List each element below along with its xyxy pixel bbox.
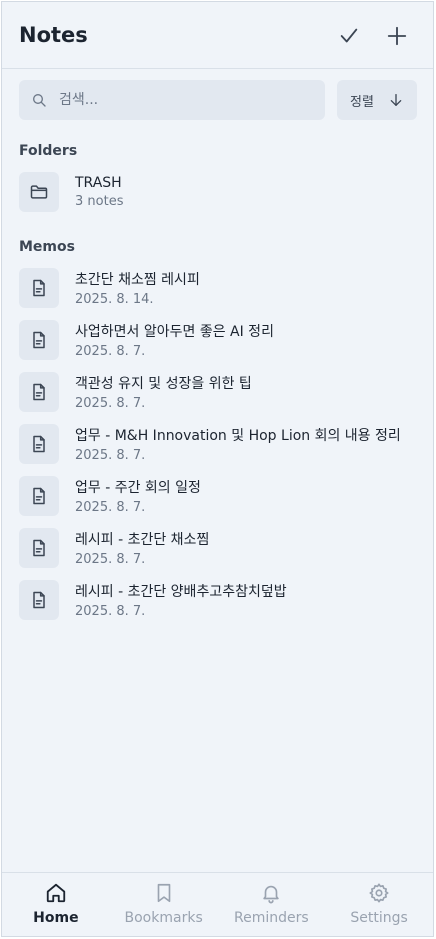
- memo-title: 객관성 유지 및 성장을 위한 팁: [75, 376, 252, 392]
- memo-item[interactable]: 업무 - M&H Innovation 및 Hop Lion 회의 내용 정리 2…: [19, 422, 419, 466]
- folder-item-trash[interactable]: TRASH 3 notes: [19, 170, 419, 214]
- memo-date: 2025. 8. 7.: [75, 448, 146, 463]
- memo-item[interactable]: 사업하면서 알아두면 좋은 AI 정리 2025. 8. 7.: [19, 318, 419, 362]
- tab-bookmarks-label: Bookmarks: [124, 910, 203, 926]
- memo-item[interactable]: 객관성 유지 및 성장을 위한 팁 2025. 8. 7.: [19, 370, 419, 414]
- app-frame: Notes 정렬 Folders: [1, 1, 434, 937]
- folder-icon: [30, 185, 48, 199]
- document-icon: [33, 487, 45, 505]
- folder-name: TRASH: [75, 175, 122, 191]
- memo-date: 2025. 8. 7.: [75, 396, 146, 411]
- search-icon: [31, 91, 49, 109]
- tab-bookmarks[interactable]: Bookmarks: [110, 873, 218, 936]
- memo-date: 2025. 8. 7.: [75, 500, 146, 515]
- arrow-down-icon: [390, 94, 402, 106]
- search-input[interactable]: [59, 92, 299, 108]
- document-icon: [33, 279, 45, 297]
- gear-icon: [369, 883, 389, 903]
- document-icon: [33, 591, 45, 609]
- memo-item[interactable]: 레시피 - 초간단 채소찜 2025. 8. 7.: [19, 526, 419, 570]
- document-icon: [33, 539, 45, 557]
- memo-item[interactable]: 초간단 채소찜 레시피 2025. 8. 14.: [19, 266, 419, 310]
- tab-settings-label: Settings: [350, 910, 408, 926]
- sort-button[interactable]: 정렬: [337, 80, 417, 120]
- bell-icon: [263, 885, 280, 904]
- checkmark-icon: [340, 28, 358, 43]
- memo-title: 레시피 - 초간단 양배추고추참치덮밥: [75, 584, 287, 600]
- memo-icon-tile: [19, 424, 59, 464]
- page-title: Notes: [19, 23, 88, 47]
- memo-date: 2025. 8. 14.: [75, 292, 154, 307]
- tab-reminders-label: Reminders: [234, 910, 309, 926]
- tab-home-label: Home: [33, 910, 79, 926]
- document-icon: [33, 435, 45, 453]
- search-box[interactable]: [19, 80, 325, 120]
- tab-reminders[interactable]: Reminders: [218, 873, 326, 936]
- plus-icon: [387, 26, 407, 46]
- document-icon: [33, 331, 45, 349]
- home-icon: [46, 883, 66, 903]
- memo-title: 사업하면서 알아두면 좋은 AI 정리: [75, 324, 274, 340]
- tab-settings[interactable]: Settings: [325, 873, 433, 936]
- memo-title: 레시피 - 초간단 채소찜: [75, 532, 210, 548]
- memo-title: 업무 - 주간 회의 일정: [75, 480, 201, 496]
- header: Notes: [2, 2, 433, 69]
- memo-title: 초간단 채소찜 레시피: [75, 272, 200, 288]
- memo-icon-tile: [19, 268, 59, 308]
- memo-icon-tile: [19, 372, 59, 412]
- bottom-tab-bar: Home Bookmarks Reminders Settings: [2, 872, 433, 936]
- folder-icon-tile: [19, 172, 59, 212]
- memo-date: 2025. 8. 7.: [75, 344, 146, 359]
- memo-item[interactable]: 업무 - 주간 회의 일정 2025. 8. 7.: [19, 474, 419, 518]
- memo-icon-tile: [19, 580, 59, 620]
- memos-heading: Memos: [19, 239, 75, 255]
- memo-item[interactable]: 레시피 - 초간단 양배추고추참치덮밥 2025. 8. 7.: [19, 578, 419, 622]
- bookmark-icon: [157, 883, 170, 903]
- tab-home[interactable]: Home: [2, 873, 110, 936]
- memo-icon-tile: [19, 476, 59, 516]
- memo-icon-tile: [19, 320, 59, 360]
- memo-title: 업무 - M&H Innovation 및 Hop Lion 회의 내용 정리: [75, 428, 401, 444]
- sort-label: 정렬: [350, 94, 374, 110]
- memo-date: 2025. 8. 7.: [75, 604, 146, 619]
- document-icon: [33, 383, 45, 401]
- add-note-button[interactable]: [383, 22, 411, 50]
- folders-heading: Folders: [19, 143, 78, 159]
- memo-date: 2025. 8. 7.: [75, 552, 146, 567]
- folder-count: 3 notes: [75, 194, 124, 209]
- select-button[interactable]: [335, 22, 363, 50]
- memo-icon-tile: [19, 528, 59, 568]
